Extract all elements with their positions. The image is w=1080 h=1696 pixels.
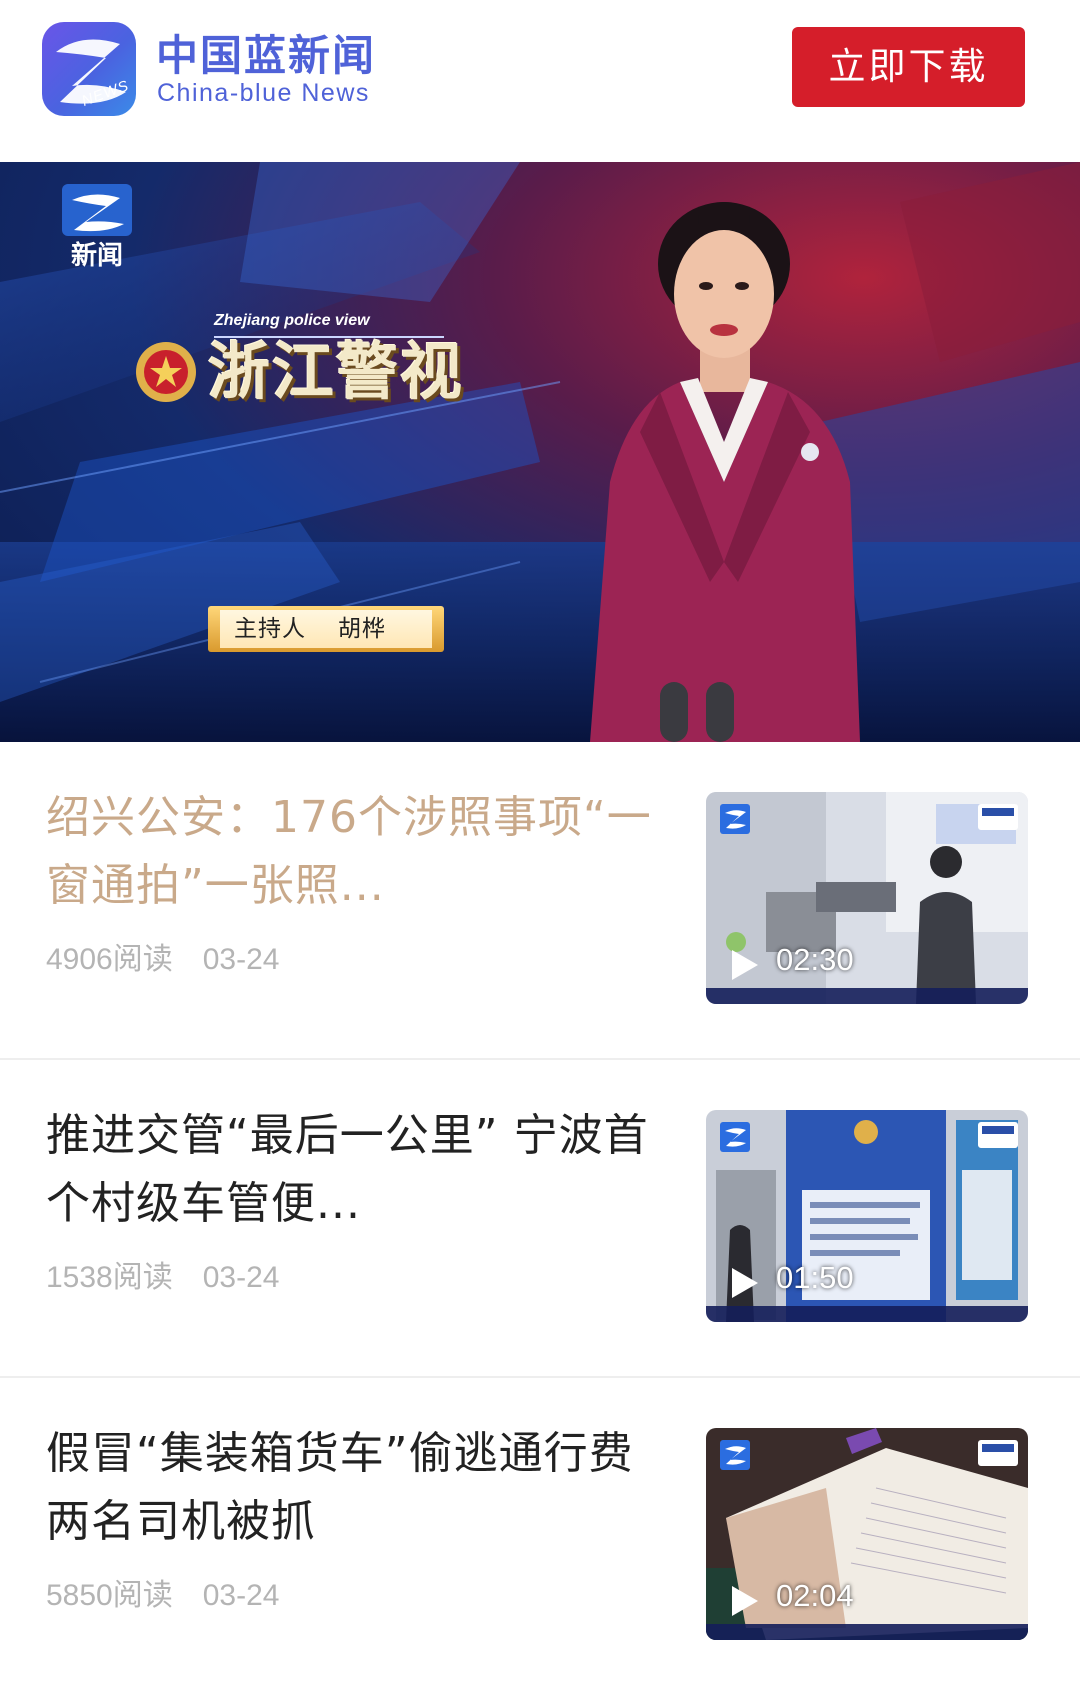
app-header: NEWS 中国蓝新闻 China-blue News 立即下载 (0, 0, 1080, 162)
play-icon (732, 950, 758, 980)
news-ticker (706, 1306, 1028, 1322)
video-duration: 02:30 (776, 942, 854, 977)
video-duration: 01:50 (776, 1260, 854, 1295)
news-ticker (706, 988, 1028, 1004)
zjtv-watermark-icon (720, 1440, 750, 1470)
brand-name-cn: 中国蓝新闻 (156, 31, 377, 80)
host-label: 主持人 (234, 616, 306, 642)
list-item[interactable]: 绍兴公安：176个涉照事项“一窗通拍”一张照... 4906阅读 03-24 0… (0, 742, 1080, 1060)
channel-badge (978, 1122, 1018, 1148)
police-emblem-icon (136, 342, 196, 402)
article-title[interactable]: 推进交管“最后一公里” 宁波首个村级车管便... (46, 1102, 656, 1238)
article-meta: 5850阅读 03-24 (46, 1570, 279, 1614)
list-item[interactable]: 假冒“集装箱货车”偷逃通行费 两名司机被抓 5850阅读 03-24 02:04 (0, 1378, 1080, 1696)
article-title[interactable]: 假冒“集装箱货车”偷逃通行费 两名司机被抓 (46, 1420, 656, 1556)
brand-name-en: China-blue News (157, 79, 370, 107)
video-duration: 02:04 (776, 1578, 854, 1613)
host-caption: 主持人 胡桦 (208, 606, 444, 652)
article-meta: 4906阅读 03-24 (46, 934, 279, 978)
article-title[interactable]: 绍兴公安：176个涉照事项“一窗通拍”一张照... (46, 784, 656, 920)
publish-date: 03-24 (202, 1261, 280, 1294)
publish-date: 03-24 (202, 943, 280, 976)
zjtv-watermark-icon (720, 1122, 750, 1152)
play-icon (732, 1586, 758, 1616)
zjtv-logo-icon (62, 184, 132, 236)
china-blue-logo-icon[interactable]: NEWS (42, 22, 136, 116)
play-icon (732, 1268, 758, 1298)
article-meta: 1538阅读 03-24 (46, 1252, 279, 1296)
host-name: 胡桦 (338, 616, 386, 642)
video-thumbnail[interactable]: 02:30 (706, 792, 1028, 1004)
news-anchor-figure (590, 202, 860, 742)
list-item[interactable]: 推进交管“最后一公里” 宁波首个村级车管便... 1538阅读 03-24 01… (0, 1060, 1080, 1378)
hero-video[interactable]: 新闻 Zhejiang police view 浙江警视 主持人 胡桦 (0, 162, 1080, 742)
news-ticker (706, 1624, 1028, 1640)
video-thumbnail[interactable]: 01:50 (706, 1110, 1028, 1322)
show-title-en: Zhejiang police view (214, 312, 370, 329)
channel-text: 新闻 (70, 241, 123, 271)
read-count: 5850阅读 (46, 1579, 173, 1612)
zjtv-watermark-icon (720, 804, 750, 834)
publish-date: 03-24 (202, 1579, 280, 1612)
read-count: 1538阅读 (46, 1261, 173, 1294)
channel-badge (978, 1440, 1018, 1466)
channel-logo: 新闻 (62, 184, 132, 272)
download-button[interactable]: 立即下载 (792, 27, 1025, 107)
channel-badge (978, 804, 1018, 830)
show-title: 浙江警视 (208, 335, 465, 408)
read-count: 4906阅读 (46, 943, 173, 976)
video-thumbnail[interactable]: 02:04 (706, 1428, 1028, 1640)
